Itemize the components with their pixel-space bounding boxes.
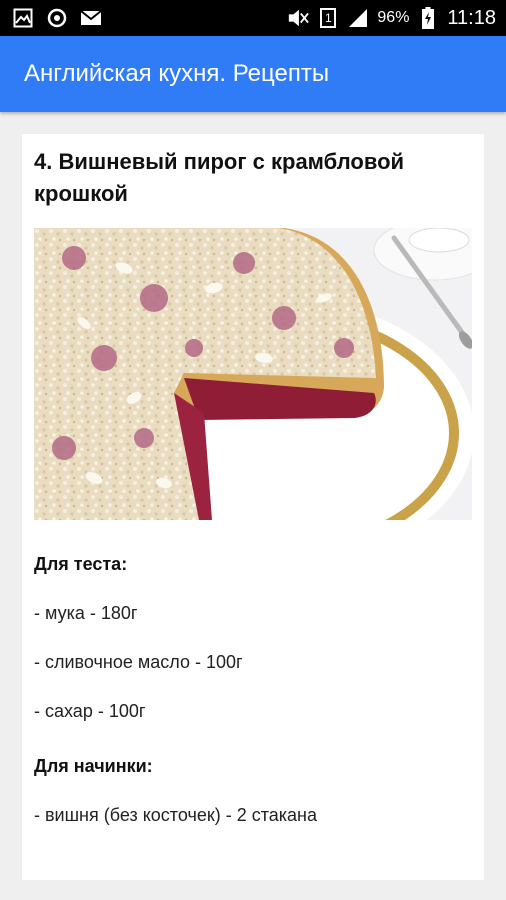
filling-list: - вишня (без косточек) - 2 стакана xyxy=(34,805,472,826)
cherry-crumble-pie-photo xyxy=(34,228,472,520)
ingredient-item: - сливочное масло - 100г xyxy=(34,652,243,672)
recipe-title: 4. Вишневый пирог с крамбловой крошкой xyxy=(34,149,405,206)
image-icon xyxy=(12,7,34,29)
recipe-card[interactable]: 4. Вишневый пирог с крамбловой крошкой Д… xyxy=(22,134,484,880)
ingredients-filling: Для начинки: - вишня (без косточек) - 2 … xyxy=(34,756,472,826)
section-title-filling: Для начинки: xyxy=(34,756,153,776)
signal-icon xyxy=(347,7,369,29)
ingredient-item: - мука - 180г xyxy=(34,603,138,623)
ingredients-dough: Для теста: - мука - 180г - сливочное мас… xyxy=(34,554,472,722)
status-bar: 1 96% 11:18 xyxy=(0,0,506,36)
ingredient-item: - вишня (без косточек) - 2 стакана xyxy=(34,805,318,825)
sim-number: 1 xyxy=(325,11,332,25)
mute-icon xyxy=(287,7,310,29)
app-title: Английская кухня. Рецепты xyxy=(24,60,330,87)
battery-icon xyxy=(417,7,439,29)
dough-list: - мука - 180г - сливочное масло - 100г -… xyxy=(34,603,472,722)
clock: 11:18 xyxy=(447,6,496,29)
section-title-dough: Для теста: xyxy=(34,554,128,574)
ingredient-item: - сахар - 100г xyxy=(34,701,146,721)
sim-icon: 1 xyxy=(317,7,339,29)
app-bar: Английская кухня. Рецепты xyxy=(0,36,506,112)
mail-icon xyxy=(80,7,102,29)
sync-icon xyxy=(46,7,68,29)
battery-percent: 96% xyxy=(377,9,410,26)
